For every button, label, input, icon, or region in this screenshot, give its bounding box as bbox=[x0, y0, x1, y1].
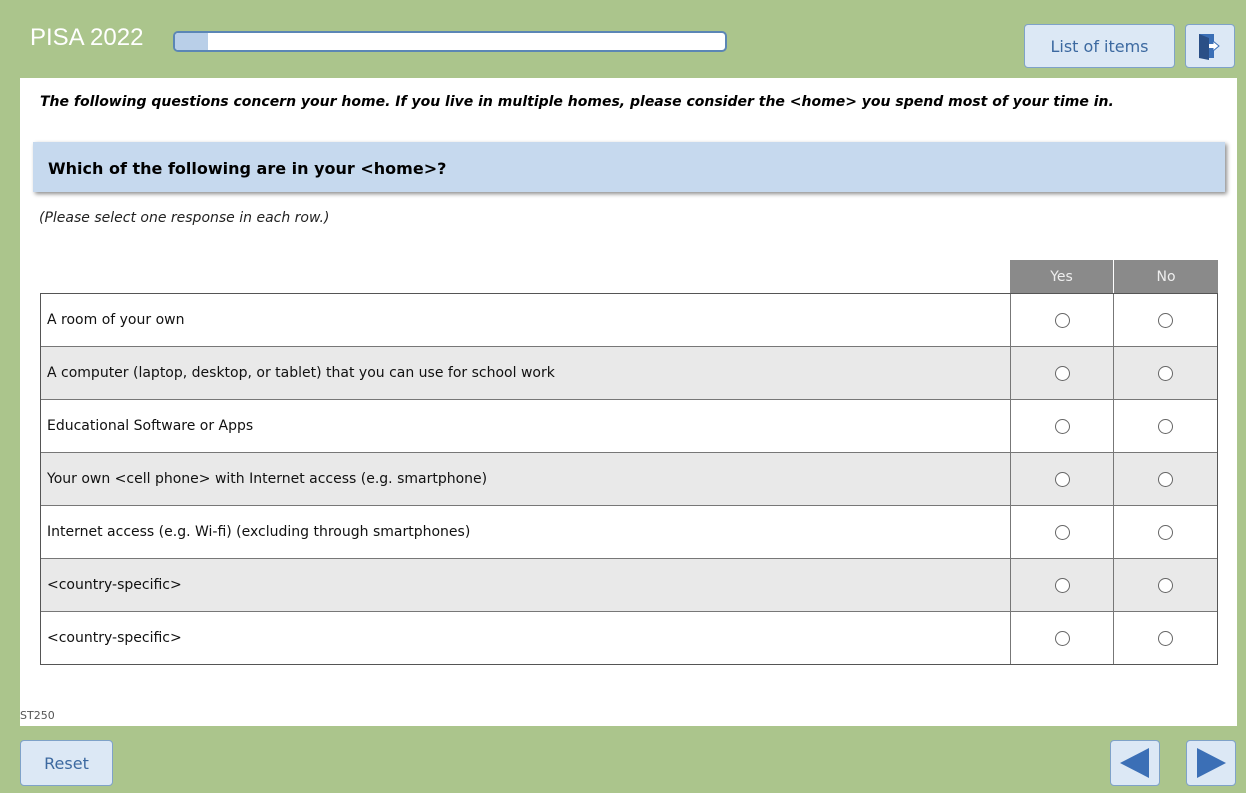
yes-cell[interactable] bbox=[1011, 453, 1114, 505]
next-button[interactable] bbox=[1186, 740, 1236, 786]
yes-cell[interactable] bbox=[1011, 294, 1114, 346]
no-radio[interactable] bbox=[1158, 365, 1173, 381]
row-label: Your own <cell phone> with Internet acce… bbox=[41, 453, 1011, 505]
yes-cell[interactable] bbox=[1011, 612, 1114, 664]
arrow-right-icon bbox=[1197, 748, 1226, 778]
row-label: <country-specific> bbox=[41, 612, 1011, 664]
no-cell[interactable] bbox=[1114, 506, 1217, 558]
yes-radio[interactable] bbox=[1054, 630, 1070, 646]
row-label: Internet access (e.g. Wi-fi) (excluding … bbox=[41, 506, 1011, 558]
table-row: Educational Software or Apps bbox=[41, 399, 1217, 452]
progress-fill bbox=[175, 33, 208, 50]
no-radio[interactable] bbox=[1158, 471, 1173, 487]
no-cell[interactable] bbox=[1114, 612, 1217, 664]
yes-radio[interactable] bbox=[1054, 365, 1070, 381]
no-cell[interactable] bbox=[1114, 559, 1217, 611]
exit-door-icon bbox=[1199, 34, 1220, 60]
row-label: A room of your own bbox=[41, 294, 1011, 346]
question-text: Which of the following are in your <home… bbox=[48, 159, 447, 178]
instruction-text: (Please select one response in each row.… bbox=[39, 210, 330, 226]
progress-bar bbox=[173, 31, 727, 52]
no-radio[interactable] bbox=[1158, 418, 1173, 434]
top-bar: PISA 2022 List of items bbox=[0, 0, 1246, 78]
column-header-yes: Yes bbox=[1010, 260, 1113, 293]
yes-radio[interactable] bbox=[1054, 577, 1070, 593]
arrow-left-icon bbox=[1120, 748, 1149, 778]
reset-button[interactable]: Reset bbox=[20, 740, 113, 786]
intro-text: The following questions concern your hom… bbox=[40, 94, 1114, 110]
yes-radio[interactable] bbox=[1054, 524, 1070, 540]
table-row: <country-specific> bbox=[41, 611, 1217, 664]
question-box: Which of the following are in your <home… bbox=[33, 142, 1225, 192]
yes-cell[interactable] bbox=[1011, 400, 1114, 452]
table-row: Internet access (e.g. Wi-fi) (excluding … bbox=[41, 505, 1217, 558]
previous-button[interactable] bbox=[1110, 740, 1160, 786]
row-label: <country-specific> bbox=[41, 559, 1011, 611]
yes-radio[interactable] bbox=[1054, 418, 1070, 434]
exit-button[interactable] bbox=[1185, 24, 1235, 68]
no-radio[interactable] bbox=[1158, 577, 1173, 593]
no-cell[interactable] bbox=[1114, 400, 1217, 452]
yes-cell[interactable] bbox=[1011, 506, 1114, 558]
list-of-items-button[interactable]: List of items bbox=[1024, 24, 1175, 68]
no-cell[interactable] bbox=[1114, 294, 1217, 346]
column-header-no: No bbox=[1114, 260, 1218, 293]
table-row: Your own <cell phone> with Internet acce… bbox=[41, 452, 1217, 505]
row-label: A computer (laptop, desktop, or tablet) … bbox=[41, 347, 1011, 399]
yes-cell[interactable] bbox=[1011, 347, 1114, 399]
yes-cell[interactable] bbox=[1011, 559, 1114, 611]
no-cell[interactable] bbox=[1114, 347, 1217, 399]
yes-radio[interactable] bbox=[1054, 471, 1070, 487]
row-label: Educational Software or Apps bbox=[41, 400, 1011, 452]
no-radio[interactable] bbox=[1158, 630, 1173, 646]
table-row: A room of your own bbox=[41, 294, 1217, 346]
no-cell[interactable] bbox=[1114, 453, 1217, 505]
table-row: A computer (laptop, desktop, or tablet) … bbox=[41, 346, 1217, 399]
question-panel: The following questions concern your hom… bbox=[20, 78, 1237, 726]
no-radio[interactable] bbox=[1158, 312, 1173, 328]
app-title: PISA 2022 bbox=[30, 24, 144, 51]
no-radio[interactable] bbox=[1158, 524, 1173, 540]
response-grid: A room of your own A computer (laptop, d… bbox=[40, 293, 1218, 665]
item-code: ST250 bbox=[20, 709, 55, 722]
yes-radio[interactable] bbox=[1054, 312, 1070, 328]
table-row: <country-specific> bbox=[41, 558, 1217, 611]
